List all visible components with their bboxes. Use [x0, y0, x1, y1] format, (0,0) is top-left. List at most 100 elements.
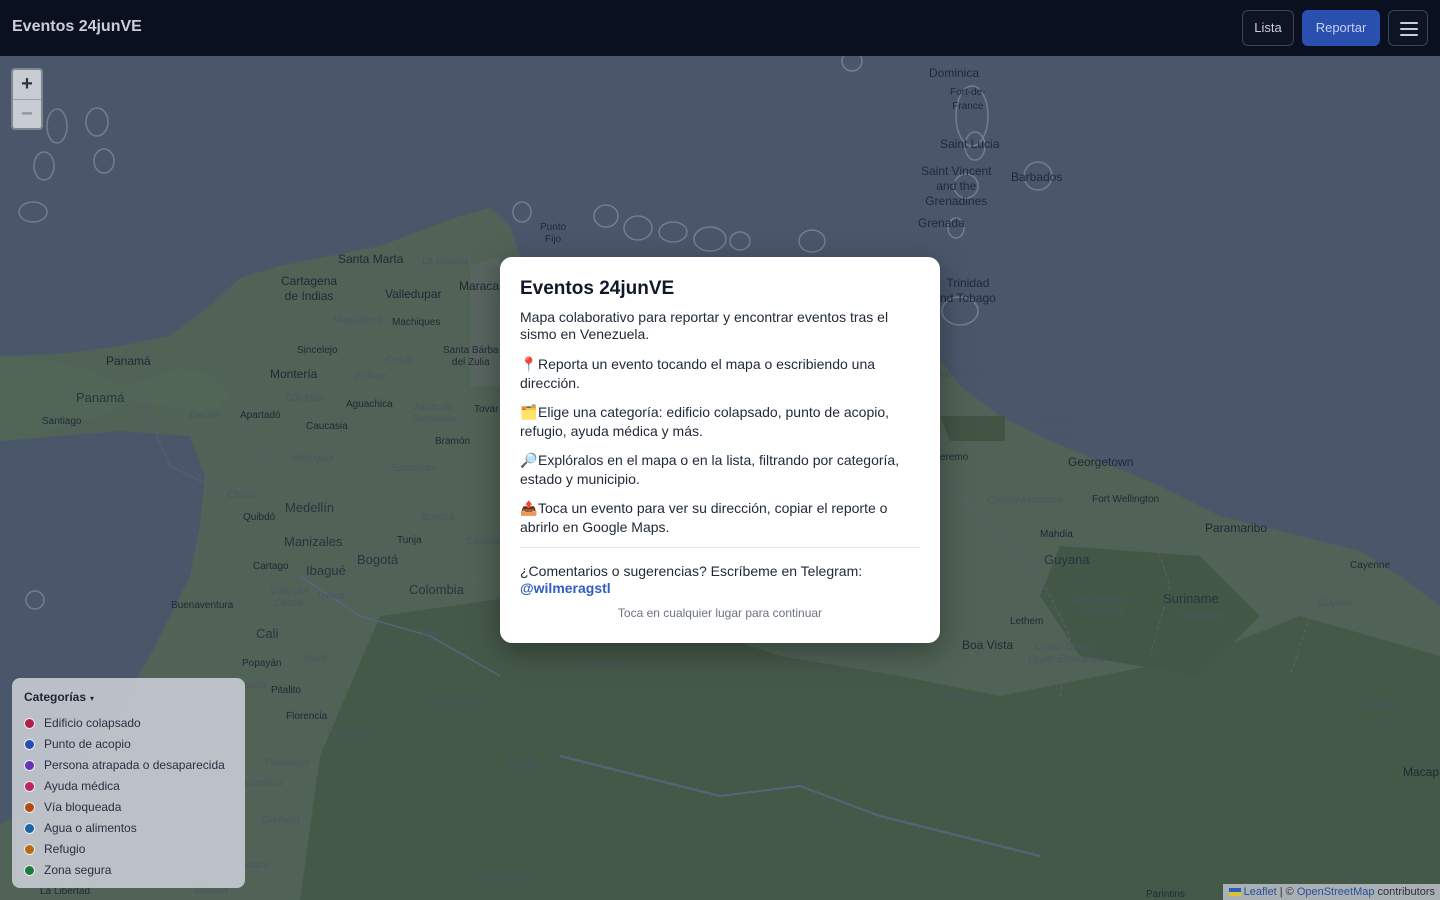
map-label: Vaupés	[505, 759, 539, 770]
zoom-control: + −	[11, 68, 43, 130]
map-label: Cuyuni-Mazaruni	[987, 495, 1063, 506]
legend-item-label: Zona segura	[44, 863, 112, 877]
map-label: Aguachica	[346, 399, 393, 410]
map-label: Cesar	[386, 355, 413, 366]
map-label: Santander	[391, 463, 438, 474]
report-button[interactable]: Reportar	[1302, 10, 1380, 46]
map-label: Caucasia	[306, 421, 348, 432]
attribution-separator: | ©	[1276, 886, 1297, 898]
top-bar: Eventos 24junVE Lista Reportar	[0, 0, 1440, 56]
map-label: Bramón	[435, 436, 471, 447]
map-label: Fort Wellington	[1092, 494, 1160, 505]
map-label: Sipaliwini	[1181, 610, 1223, 621]
map-label: Panamá	[76, 390, 125, 405]
category-dot-icon	[24, 760, 35, 771]
map-label: Manizales	[284, 534, 343, 549]
map-label: auca	[245, 680, 267, 691]
map-label: staza	[245, 860, 269, 871]
map-label: Amazonas	[480, 872, 528, 883]
map-label: Cali	[256, 626, 279, 641]
category-dot-icon	[24, 823, 35, 834]
map-label: Trinidad nd Tobago	[940, 276, 996, 305]
map-label: Caquetá	[327, 726, 365, 737]
map-label: Ibagué	[306, 563, 346, 578]
map-label: Upper Takutu- Upper Essequibo	[1028, 642, 1105, 665]
map-label: Antioquia	[292, 453, 334, 464]
map-label: Florencia	[286, 711, 328, 722]
hamburger-menu-icon[interactable]	[1388, 10, 1428, 46]
map-label: eremo	[940, 452, 969, 463]
map-label: Huila	[304, 653, 327, 664]
map-label: Chocó	[227, 490, 256, 501]
app-title: Eventos 24junVE	[12, 18, 142, 35]
modal-step: 📤Toca un evento para ver su dirección, c…	[520, 499, 920, 537]
legend-header[interactable]: Categorías ▾	[24, 688, 233, 706]
map-label: Apartadó	[240, 410, 281, 421]
legend-item-label: Agua o alimentos	[44, 821, 137, 835]
step-text: Elige una categoría: edificio colapsado,…	[520, 404, 890, 439]
zoom-in-button[interactable]: +	[13, 70, 41, 99]
map-label: Bogotá	[357, 552, 399, 567]
modal-step: 🗂️Elige una categoría: edificio colapsad…	[520, 403, 920, 441]
map-label: Saint Vincent and the Grenadines	[921, 164, 992, 208]
map-label: Boyacá	[421, 512, 455, 523]
map-label: La Guajira	[422, 256, 469, 267]
step-text: Toca un evento para ver su dirección, co…	[520, 500, 888, 535]
step-text: Reporta un evento tocando el mapa o escr…	[520, 356, 876, 391]
step-text: Explóralos en el mapa o en la lista, fil…	[520, 452, 900, 487]
map-label: Santa Marta	[338, 252, 404, 266]
map-label: Buenaventura	[171, 600, 234, 611]
map-label: Guainía	[583, 659, 619, 670]
map-label: Dominica	[929, 66, 980, 80]
legend-item-label: Punto de acopio	[44, 737, 131, 751]
map-label: Tovar	[474, 404, 499, 415]
zoom-out-button[interactable]: −	[13, 99, 41, 128]
category-dot-icon	[24, 802, 35, 813]
legend-item: Edificio colapsado	[24, 713, 233, 734]
map-label: Amapá	[1367, 700, 1399, 711]
map-label: Machiques	[392, 317, 441, 328]
modal-step: 🔎Explóralos en el mapa o en la lista, fi…	[520, 451, 920, 489]
map-label: Maraca	[459, 279, 500, 293]
map-label: Cartago	[253, 561, 289, 572]
attribution-suffix: contributors	[1374, 886, 1435, 898]
map-label: Orellana	[262, 815, 300, 826]
map-label: Guaviare	[436, 696, 477, 707]
map-label: Grenada	[918, 216, 965, 230]
category-dot-icon	[24, 781, 35, 792]
legend-item-label: Vía bloqueada	[44, 800, 122, 814]
map-label: Pitalito	[271, 685, 302, 696]
map-label: Valle del Cauca	[270, 586, 308, 609]
map-label: Panamá	[106, 354, 151, 368]
map-label: Montería	[270, 367, 318, 381]
legend-item: Punto de acopio	[24, 734, 233, 755]
legend-list: Edificio colapsado Punto de acopio Perso…	[24, 713, 233, 881]
map-label: Punto Fijo	[540, 222, 567, 245]
telegram-link[interactable]: @wilmeragstl	[520, 580, 611, 596]
category-dot-icon	[24, 718, 35, 729]
map-label: Cayenne	[1350, 560, 1391, 571]
list-button[interactable]: Lista	[1242, 10, 1294, 46]
map-label: Norte de Santander	[411, 402, 458, 425]
map-label: Roraima	[944, 693, 982, 704]
folder-icon: 🗂️	[520, 404, 538, 420]
pin-icon: 📍	[520, 356, 538, 372]
category-legend: Categorías ▾ Edificio colapsado Punto de …	[12, 678, 245, 888]
map-label: Santa Bárba del Zulia	[443, 345, 499, 368]
map-label: Córdoba	[285, 393, 324, 404]
modal-step: 📍Reporta un evento tocando el mapa o esc…	[520, 355, 920, 393]
modal-intro: Mapa colaborativo para reportar y encont…	[520, 309, 889, 342]
map-label: Quibdó	[243, 512, 276, 523]
legend-item-label: Refugio	[44, 842, 86, 856]
legend-item: Vía bloqueada	[24, 797, 233, 818]
osm-link[interactable]: OpenStreetMap	[1297, 886, 1375, 898]
leaflet-link[interactable]: Leaflet	[1244, 886, 1277, 898]
map-label: East Berbice- Corentyne	[1072, 594, 1133, 617]
feedback-text: ¿Comentarios o sugerencias? Escríbeme en…	[520, 563, 920, 597]
map-label: ta Amacuro	[940, 369, 991, 380]
modal-title: Eventos 24junVE	[520, 278, 675, 299]
ukraine-flag-icon	[1228, 888, 1241, 897]
chevron-down-icon: ▾	[90, 694, 95, 703]
map-label: Fort-de- France	[950, 87, 986, 112]
welcome-modal[interactable]: Eventos 24junVE Mapa colaborativo para r…	[500, 257, 940, 643]
